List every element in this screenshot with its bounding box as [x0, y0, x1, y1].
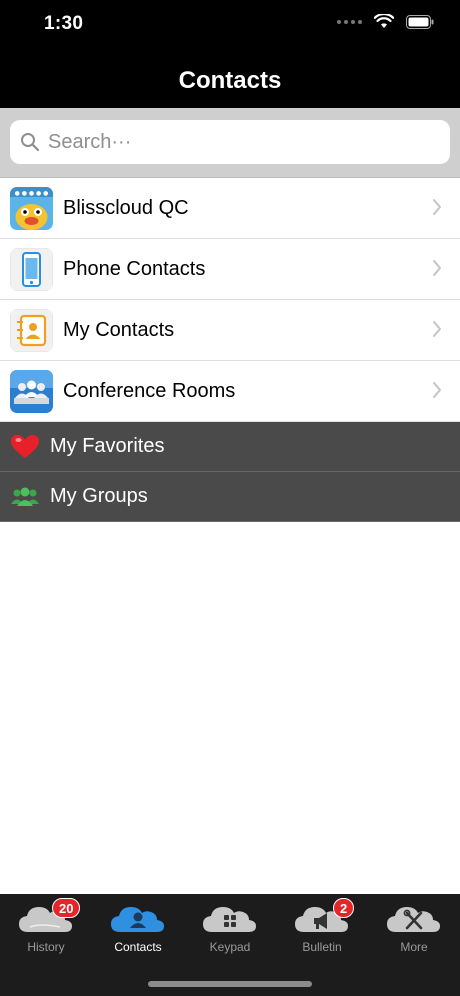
- status-time: 1:30: [44, 13, 84, 34]
- home-indicator: [148, 981, 312, 987]
- keypad-cloud-icon: [203, 907, 256, 932]
- tab-label: More: [400, 940, 428, 954]
- row-label: Blisscloud QC: [63, 196, 189, 219]
- chevron-right-icon: [433, 382, 441, 398]
- bulletin-badge: 2: [333, 898, 355, 918]
- signal-icon: [337, 19, 362, 24]
- address-book-icon: [10, 308, 53, 352]
- status-bar: 1:30: [0, 0, 460, 50]
- wifi-icon: [374, 14, 394, 28]
- heart-icon: [11, 434, 39, 458]
- search-icon: [21, 133, 40, 152]
- tab-bar: 20 History Contacts Keypad 2 Bulletin Mo…: [0, 894, 460, 996]
- phone-icon: [10, 247, 53, 291]
- row-conference-rooms[interactable]: Conference Rooms: [0, 361, 460, 422]
- conference-icon: [10, 369, 53, 413]
- status-indicators: [337, 14, 434, 29]
- tab-label: Contacts: [114, 940, 162, 954]
- row-label: Conference Rooms: [63, 379, 236, 402]
- tab-keypad[interactable]: Keypad: [184, 900, 276, 960]
- row-my-contacts[interactable]: My Contacts: [0, 300, 460, 361]
- row-phone-contacts[interactable]: Phone Contacts: [0, 239, 460, 300]
- search-input[interactable]: [48, 130, 428, 154]
- row-label: My Contacts: [63, 318, 175, 341]
- search-box[interactable]: [10, 120, 450, 164]
- section-label: My Favorites: [50, 435, 165, 457]
- tab-label: History: [27, 940, 65, 954]
- chevron-right-icon: [433, 260, 441, 276]
- contacts-cloud-icon: [111, 907, 164, 932]
- contacts-list: ● ● ● ● ● Blisscloud QC Phone Contacts M…: [0, 178, 460, 522]
- row-blisscloud-qc[interactable]: ● ● ● ● ● Blisscloud QC: [0, 178, 460, 239]
- section-my-groups[interactable]: My Groups: [0, 472, 460, 522]
- tab-more[interactable]: More: [368, 900, 460, 960]
- page-title: Contacts: [178, 67, 282, 94]
- tab-label: Bulletin: [302, 940, 342, 954]
- tab-history[interactable]: 20 History: [0, 898, 92, 960]
- chevron-right-icon: [433, 321, 441, 337]
- group-icon: [11, 487, 39, 506]
- tab-contacts[interactable]: Contacts: [92, 900, 184, 960]
- nav-bar: Contacts: [0, 50, 460, 108]
- section-my-favorites[interactable]: My Favorites: [0, 422, 460, 472]
- battery-icon: [406, 14, 434, 29]
- chevron-right-icon: [433, 199, 441, 215]
- row-label: Phone Contacts: [63, 257, 206, 280]
- tab-bulletin[interactable]: 2 Bulletin: [276, 898, 368, 960]
- cartoon-avatar-icon: ● ● ● ● ●: [10, 186, 53, 230]
- history-badge: 20: [52, 898, 81, 918]
- svg-text:● ● ● ● ●: ● ● ● ● ●: [15, 190, 49, 197]
- section-label: My Groups: [50, 485, 148, 507]
- search-area: [0, 108, 460, 178]
- tools-cloud-icon: [387, 907, 440, 932]
- tab-label: Keypad: [209, 940, 251, 954]
